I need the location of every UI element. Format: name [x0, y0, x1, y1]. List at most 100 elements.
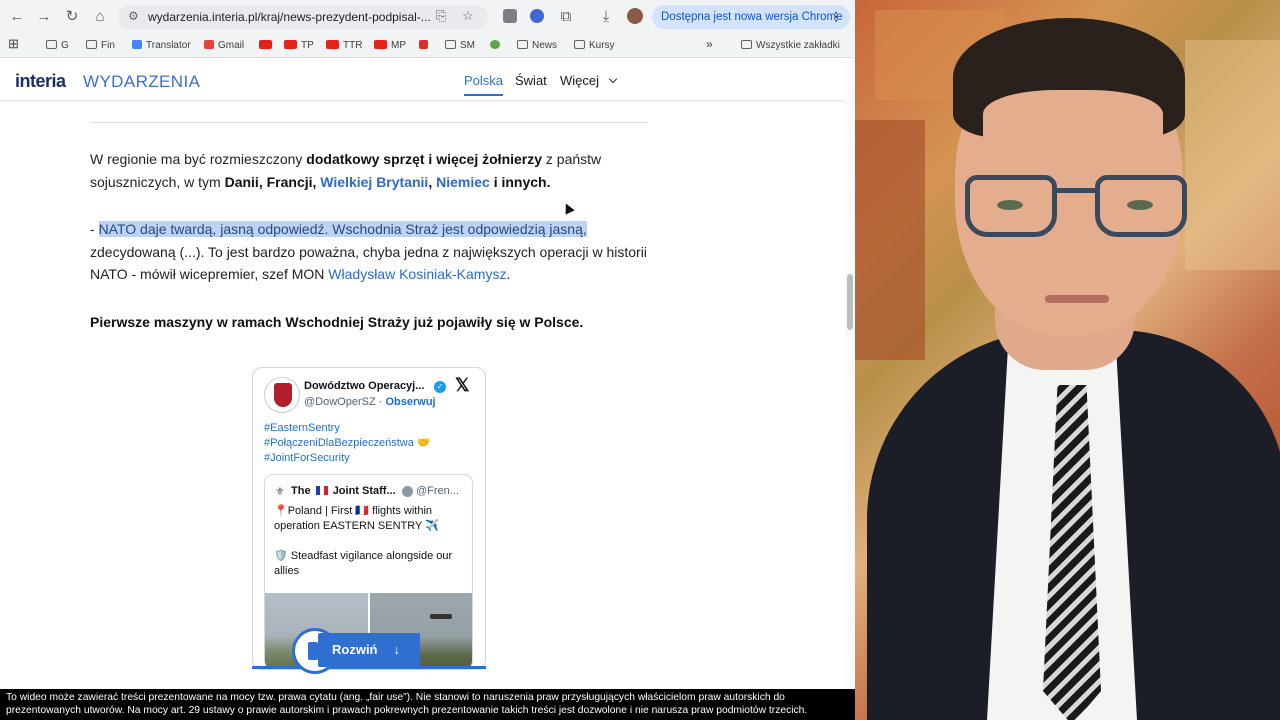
green-bookmark-icon: [490, 40, 500, 49]
selected-text[interactable]: NATO daje twardą, jasną odpowiedź. Wscho…: [98, 221, 587, 237]
profile-avatar[interactable]: [627, 8, 643, 24]
article-paragraph-3: Pierwsze maszyny w ramach Wschodniej Str…: [90, 314, 584, 330]
bookmark-folder-news[interactable]: News: [517, 39, 557, 53]
hashtag-link[interactable]: #JointForSecurity: [264, 451, 431, 466]
verified-icon: ✓: [434, 381, 446, 393]
bookmark-star-icon[interactable]: ☆: [462, 8, 474, 24]
update-label: Dostępna jest nowa wersja Chrome: [661, 11, 843, 23]
scrollbar-track[interactable]: [845, 59, 855, 689]
all-bookmarks-folder[interactable]: Wszystkie zakładki: [741, 39, 840, 53]
folder-icon: [574, 40, 585, 49]
play-icon: [308, 642, 318, 660]
scrollbar-thumb[interactable]: [847, 274, 853, 330]
url-text[interactable]: wydarzenia.interia.pl/kraj/news-prezyden…: [148, 10, 431, 24]
glasses-bridge: [1055, 188, 1097, 193]
address-bar[interactable]: ⚙ wydarzenia.interia.pl/kraj/news-prezyd…: [118, 5, 488, 29]
divider: [90, 122, 648, 123]
bookmark-folder-g[interactable]: G: [46, 39, 69, 53]
nav-swiat[interactable]: Świat: [515, 73, 547, 88]
bookmark-red[interactable]: [419, 39, 432, 53]
site-section-logo[interactable]: WYDARZENIA: [83, 72, 200, 92]
tweet-handle[interactable]: @DowOperSZ: [304, 396, 376, 408]
bookmark-mp[interactable]: MP: [374, 39, 406, 53]
arrow-down-icon: ↓: [393, 642, 401, 657]
folder-icon: [46, 40, 57, 49]
chrome-update-button[interactable]: Dostępna jest nowa wersja Chrome ⋮: [652, 5, 850, 29]
screen: ← → ↻ ⌂ ⚙ wydarzenia.interia.pl/kraj/new…: [0, 0, 1280, 720]
link-wielkiej-brytanii[interactable]: Wielkiej Brytanii: [320, 174, 428, 190]
mouse-cursor: [561, 201, 575, 215]
translate-icon: [132, 40, 142, 49]
menu-dots-icon[interactable]: ⋮: [831, 5, 843, 29]
presenter-forehead: [983, 90, 1163, 150]
youtube-icon: [326, 40, 339, 49]
jet-icon: [430, 614, 452, 619]
site-info-icon[interactable]: ⚙: [128, 9, 139, 23]
apps-grid-icon[interactable]: ⊞: [8, 37, 19, 51]
youtube-icon: [284, 40, 297, 49]
military-badge-icon: ⚜: [275, 486, 285, 498]
x-logo-icon[interactable]: 𝕏: [455, 375, 470, 396]
link-kosiniak-kamysz[interactable]: Władysław Kosiniak-Kamysz: [328, 266, 506, 282]
tweet-author-name[interactable]: Dowództwo Operacyj...: [304, 380, 424, 392]
bookmark-green[interactable]: [490, 39, 504, 53]
folder-icon: [741, 40, 752, 49]
bookmarks-bar: ⊞ G Fin Translator Gmail TP TTR MP SM Ne…: [0, 34, 855, 58]
article-paragraph-2: - NATO daje twardą, jasną odpowiedź. Wsc…: [90, 221, 647, 282]
reload-icon[interactable]: ↻: [61, 6, 83, 28]
download-icon[interactable]: ⤓: [595, 6, 617, 28]
background-painting: [1185, 40, 1280, 270]
google-extension-icon[interactable]: [530, 9, 544, 23]
presenter-video: [855, 0, 1280, 720]
hashtag-link[interactable]: #PołączeniDlaBezpieczeństwa 🤝: [264, 436, 431, 451]
emblem-icon: [274, 383, 292, 407]
bookmark-folder-sm[interactable]: SM: [445, 39, 475, 53]
folder-icon: [517, 40, 528, 49]
quoted-author-name: The Joint Staff...: [291, 485, 396, 497]
install-app-icon[interactable]: ⎘: [436, 8, 446, 24]
back-icon[interactable]: ←: [6, 6, 28, 28]
bookmark-folder-fin[interactable]: Fin: [86, 39, 115, 53]
site-header: interia WYDARZENIA Polska Świat Więcej: [0, 59, 845, 101]
bookmark-folder-kursy[interactable]: Kursy: [574, 39, 615, 53]
nav-polska[interactable]: Polska: [464, 73, 504, 96]
bookmark-ttr[interactable]: TTR: [326, 39, 362, 53]
browser-window: ← → ↻ ⌂ ⚙ wydarzenia.interia.pl/kraj/new…: [0, 0, 855, 720]
follow-button[interactable]: Obserwuj: [385, 396, 435, 408]
youtube-icon: [259, 40, 272, 49]
home-icon[interactable]: ⌂: [89, 6, 111, 28]
article-paragraph-1: W regionie ma być rozmieszczony dodatkow…: [90, 151, 602, 190]
verified-icon: [402, 486, 413, 497]
tweet-avatar[interactable]: [264, 377, 300, 413]
tweet-handle-line: @DowOperSZ · Obserwuj: [304, 396, 436, 408]
tweet-embed[interactable]: Dowództwo Operacyj... ✓ 𝕏 @DowOperSZ · O…: [252, 367, 486, 670]
bookmark-tp[interactable]: TP: [284, 39, 314, 53]
nav-wiecej[interactable]: Więcej: [560, 73, 617, 88]
site-logo[interactable]: interia: [15, 71, 66, 92]
chevron-down-icon: [608, 74, 617, 84]
presenter-mouth: [1045, 295, 1109, 303]
tweet-hashtags: #EasternSentry #PołączeniDlaBezpieczeńst…: [264, 421, 431, 466]
france-flag-icon: [315, 486, 328, 495]
red-bookmark-icon: [419, 40, 428, 49]
youtube-icon: [374, 40, 387, 49]
bookmark-translator[interactable]: Translator: [132, 39, 191, 53]
folder-icon: [445, 40, 456, 49]
expand-button[interactable]: Rozwiń ↓: [318, 633, 420, 667]
gmail-icon: [204, 40, 214, 49]
background-painting: [855, 120, 925, 360]
bookmark-youtube[interactable]: [259, 39, 276, 53]
hashtag-link[interactable]: #EasternSentry: [264, 421, 431, 436]
glasses-icon: [965, 175, 1057, 237]
fair-use-disclaimer: To wideo może zawierać treści prezentowa…: [0, 689, 855, 720]
extensions-puzzle-icon[interactable]: ⧉: [555, 6, 577, 28]
bookmarks-overflow-icon[interactable]: »: [706, 37, 713, 51]
forward-icon[interactable]: →: [33, 6, 55, 28]
glasses-icon: [1095, 175, 1187, 237]
quoted-text: 📍Poland | First 🇫🇷 flights within operat…: [274, 505, 453, 577]
extension-icon[interactable]: [503, 9, 517, 23]
link-niemiec[interactable]: Niemiec: [436, 174, 490, 190]
browser-toolbar: ← → ↻ ⌂ ⚙ wydarzenia.interia.pl/kraj/new…: [0, 0, 855, 34]
bookmark-gmail[interactable]: Gmail: [204, 39, 244, 53]
quoted-handle: @Fren...: [416, 485, 459, 497]
